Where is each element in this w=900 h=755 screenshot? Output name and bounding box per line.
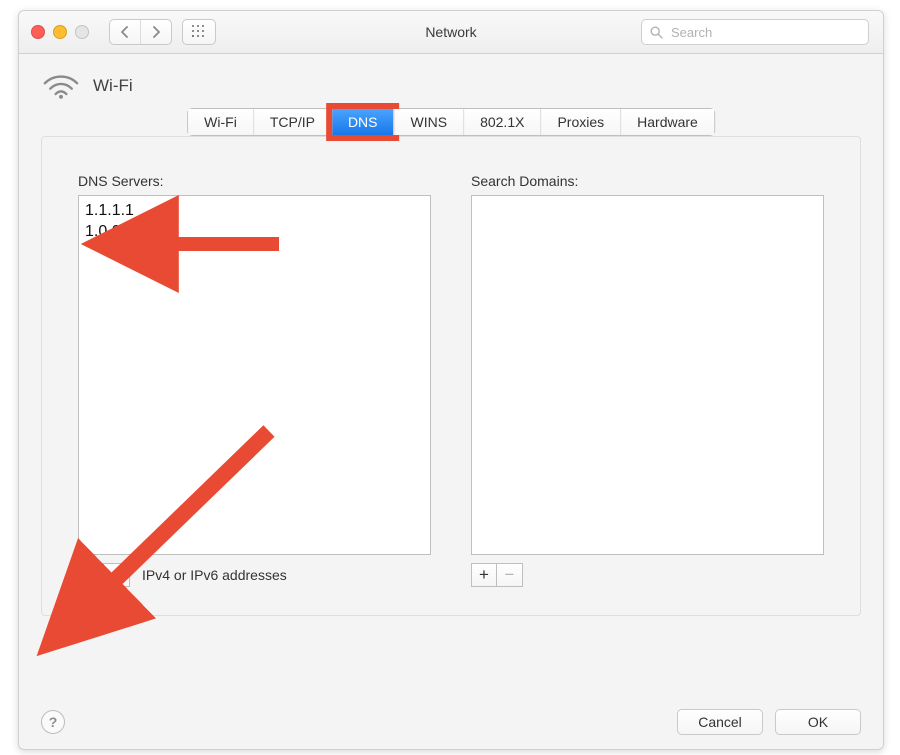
- titlebar: Network: [19, 11, 883, 54]
- show-all-button[interactable]: [182, 19, 216, 45]
- settings-tabbar: Wi-FiTCP/IPDNSWINS802.1XProxiesHardware: [187, 108, 715, 136]
- minimize-window-button[interactable]: [53, 25, 67, 39]
- ok-button[interactable]: OK: [775, 709, 861, 735]
- zoom-window-button[interactable]: [75, 25, 89, 39]
- remove-dns-server-button[interactable]: −: [104, 563, 130, 587]
- help-button[interactable]: ?: [41, 710, 65, 734]
- tab-wins[interactable]: WINS: [394, 109, 464, 135]
- window-controls: [31, 25, 89, 39]
- tab-wifi[interactable]: Wi-Fi: [188, 109, 253, 135]
- service-header: Wi-Fi: [19, 54, 883, 110]
- search-input[interactable]: [669, 24, 860, 41]
- cancel-button[interactable]: Cancel: [677, 709, 763, 735]
- tab-proxies[interactable]: Proxies: [540, 109, 620, 135]
- sheet-footer: ? Cancel OK: [19, 695, 883, 749]
- forward-button[interactable]: [140, 20, 171, 44]
- dns-servers-column: DNS Servers: 1.1.1.11.0.0.1 + − IPv4 or …: [78, 173, 431, 587]
- add-dns-server-button[interactable]: +: [78, 563, 104, 587]
- search-domains-add-remove: + −: [471, 563, 523, 587]
- search-field[interactable]: [641, 19, 869, 45]
- add-search-domain-button[interactable]: +: [471, 563, 497, 587]
- grid-icon: [192, 25, 206, 39]
- search-domains-list[interactable]: [471, 195, 824, 555]
- close-window-button[interactable]: [31, 25, 45, 39]
- dns-servers-label: DNS Servers:: [78, 173, 431, 189]
- dns-server-row[interactable]: 1.0.0.1: [85, 221, 424, 242]
- dns-hint: IPv4 or IPv6 addresses: [142, 567, 287, 583]
- remove-search-domain-button[interactable]: −: [497, 563, 523, 587]
- dns-servers-add-remove: + −: [78, 563, 130, 587]
- service-name: Wi-Fi: [93, 76, 133, 96]
- annotation-highlight-ring: [326, 103, 400, 141]
- nav-back-forward: [109, 19, 172, 45]
- dns-servers-list[interactable]: 1.1.1.11.0.0.1: [78, 195, 431, 555]
- tab-dns[interactable]: DNS: [331, 109, 394, 135]
- preferences-window: Network Wi-Fi Wi-FiTCP/IPDNSWINS802.1XPr…: [18, 10, 884, 750]
- tab-hardware[interactable]: Hardware: [620, 109, 714, 135]
- dns-server-row[interactable]: 1.1.1.1: [85, 200, 424, 221]
- tab-tcpip[interactable]: TCP/IP: [253, 109, 331, 135]
- search-domains-column: Search Domains: + −: [471, 173, 824, 587]
- back-button[interactable]: [110, 20, 140, 44]
- search-domains-label: Search Domains:: [471, 173, 824, 189]
- search-icon: [650, 26, 663, 39]
- dns-panel: DNS Servers: 1.1.1.11.0.0.1 + − IPv4 or …: [41, 136, 861, 616]
- tab-8021x[interactable]: 802.1X: [463, 109, 540, 135]
- chevron-right-icon: [151, 26, 161, 38]
- chevron-left-icon: [120, 26, 130, 38]
- wifi-icon: [43, 72, 79, 100]
